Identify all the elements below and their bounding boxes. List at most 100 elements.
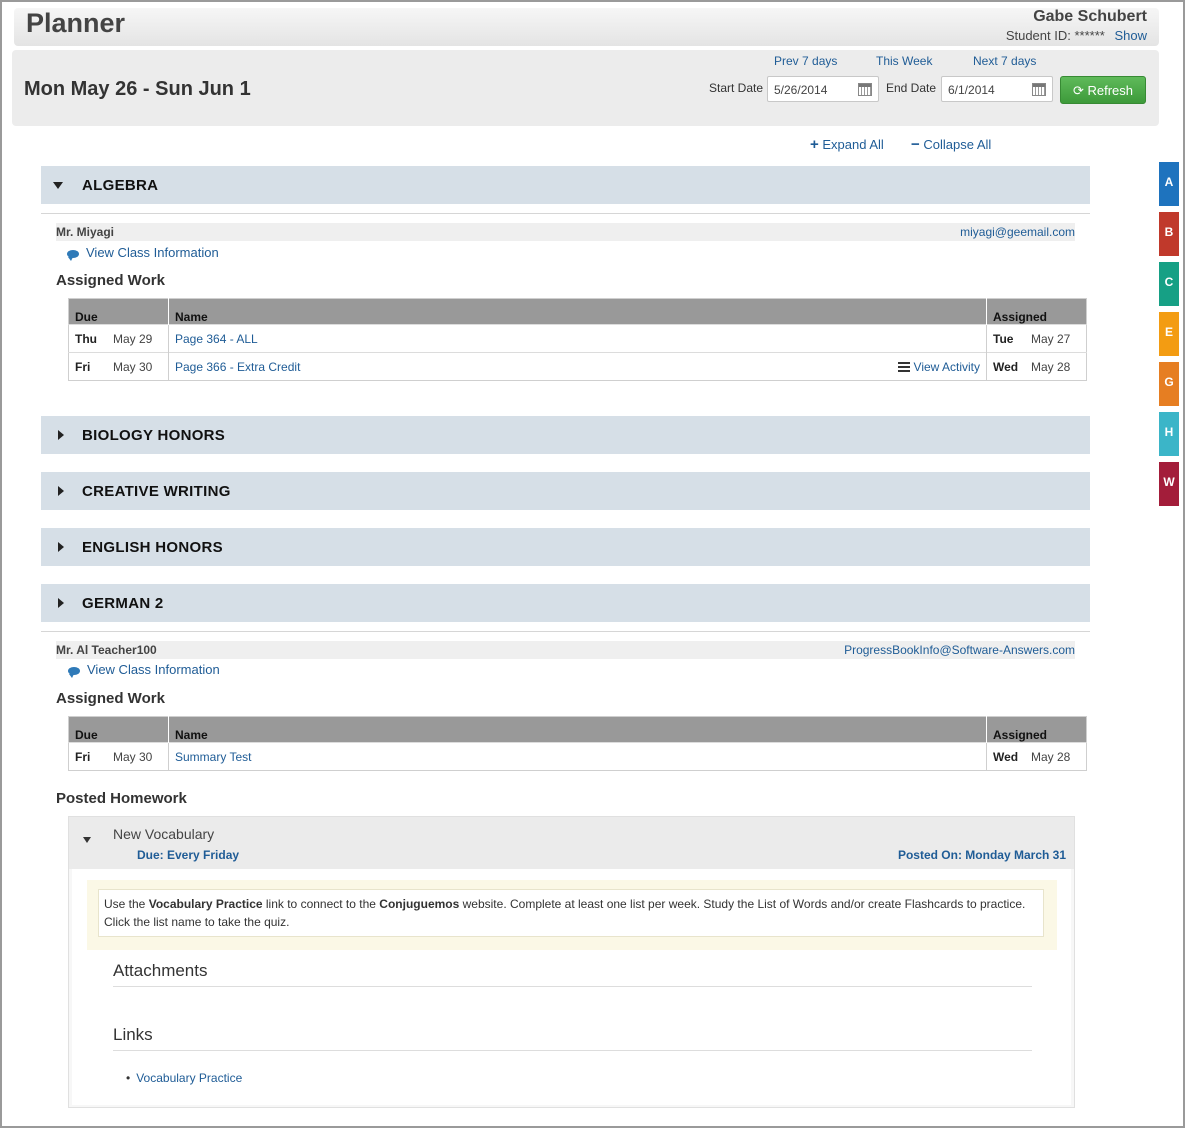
side-tab-a[interactable]: A [1159, 162, 1179, 206]
assigned-date: May 27 [1031, 331, 1071, 346]
view-class-info-label: View Class Information [87, 662, 220, 677]
teacher-email-link[interactable]: ProgressBookInfo@Software-Answers.com [844, 643, 1075, 657]
teacher-bar: Mr. Al Teacher100 ProgressBookInfo@Softw… [56, 641, 1075, 659]
assigned-day: Wed [993, 749, 1019, 764]
homework-posted-on: Posted On: Monday March 31 [897, 848, 1066, 862]
expand-all-link[interactable]: + Expand All [810, 136, 884, 153]
end-date-value: 6/1/2014 [948, 83, 995, 97]
side-tab-b[interactable]: B [1159, 212, 1179, 256]
student-info: Gabe Schubert Student ID: ****** Show [1006, 8, 1147, 43]
assigned-date: May 28 [1031, 359, 1071, 374]
table-header-row: Due Name Assigned [68, 716, 1087, 743]
next-7-days-link[interactable]: Next 7 days [973, 54, 1036, 68]
homework-description-box: Use the Vocabulary Practice link to conn… [87, 880, 1057, 950]
side-tab-e[interactable]: E [1159, 312, 1179, 356]
this-week-link[interactable]: This Week [876, 54, 932, 68]
minus-icon: − [911, 136, 920, 153]
due-day: Thu [75, 331, 97, 346]
divider [41, 213, 1090, 214]
homework-due: Due: Every Friday [137, 848, 240, 862]
start-date-label: Start Date [709, 81, 764, 95]
due-date: May 29 [113, 331, 153, 346]
due-day: Fri [75, 359, 91, 374]
student-id-label: Student ID: [1005, 28, 1071, 43]
student-name: Gabe Schubert [1033, 8, 1147, 25]
section-algebra-header[interactable]: ALGEBRA [41, 166, 1090, 204]
due-date: May 30 [113, 749, 153, 764]
assignment-link[interactable]: Page 364 - ALL [175, 332, 258, 346]
assigned-day: Tue [993, 331, 1014, 346]
section-biology-honors-header[interactable]: BIOLOGY HONORS [41, 416, 1090, 454]
calendar-icon[interactable] [1032, 83, 1046, 96]
calendar-icon[interactable] [858, 83, 872, 96]
teacher-bar: Mr. Miyagi miyagi@geemail.com [56, 223, 1075, 241]
divider [41, 631, 1090, 632]
student-id: Student ID: ****** Show [1006, 28, 1147, 43]
view-class-info-label: View Class Information [86, 245, 219, 260]
section-english-honors-header[interactable]: ENGLISH HONORS [41, 528, 1090, 566]
page-header: Planner Gabe Schubert Student ID: ******… [14, 8, 1159, 46]
desc-bold: Vocabulary Practice [148, 897, 263, 911]
side-tab-c[interactable]: C [1159, 262, 1179, 306]
assigned-work-heading: Assigned Work [56, 690, 165, 707]
assigned-work-table: Due Name Assigned Fri May 30 Summary Test… [68, 716, 1087, 771]
section-creative-writing-header[interactable]: CREATIVE WRITING [41, 472, 1090, 510]
section-german-2-header[interactable]: GERMAN 2 [41, 584, 1090, 622]
start-date-input[interactable]: 5/26/2014 [767, 76, 879, 102]
section-name: GERMAN 2 [82, 595, 164, 612]
collapse-caret-icon [83, 837, 91, 843]
expand-caret-icon [58, 430, 64, 440]
comment-icon [67, 249, 79, 261]
table-row: Fri May 30 Page 366 - Extra Credit View A… [68, 352, 1087, 381]
comment-icon [68, 666, 80, 678]
col-due: Due [68, 716, 169, 743]
assigned-work-heading: Assigned Work [56, 272, 165, 289]
desc-text: link to connect to the [262, 897, 380, 911]
divider [113, 986, 1032, 987]
assigned-day: Wed [993, 359, 1019, 374]
teacher-name: Mr. Al Teacher100 [56, 643, 157, 657]
section-name: BIOLOGY HONORS [82, 427, 226, 444]
date-bar: Mon May 26 - Sun Jun 1 Prev 7 days This … [12, 50, 1159, 126]
homework-card: New Vocabulary Due: Every Friday Posted … [68, 816, 1075, 1108]
col-name: Name [168, 716, 987, 743]
col-assigned: Assigned [986, 716, 1087, 743]
assignment-link[interactable]: Page 366 - Extra Credit [175, 360, 300, 374]
student-id-value: ****** [1074, 28, 1105, 43]
side-tab-h[interactable]: H [1159, 412, 1179, 456]
start-date-value: 5/26/2014 [774, 83, 828, 97]
section-name: ENGLISH HONORS [82, 539, 223, 556]
collapse-all-label: Collapse All [923, 137, 992, 152]
teacher-email-link[interactable]: miyagi@geemail.com [960, 225, 1075, 239]
vocabulary-practice-link[interactable]: Vocabulary Practice [136, 1071, 242, 1085]
homework-description: Use the Vocabulary Practice link to conn… [98, 889, 1044, 937]
side-tab-g[interactable]: G [1159, 362, 1179, 406]
homework-header[interactable]: New Vocabulary Due: Every Friday Posted … [69, 817, 1074, 869]
view-activity-link[interactable]: View Activity [897, 359, 980, 374]
plus-icon: + [810, 136, 819, 153]
view-class-info-link[interactable]: View Class Information [67, 245, 219, 261]
links-heading: Links [113, 1025, 153, 1044]
assignment-link[interactable]: Summary Test [175, 750, 251, 764]
expand-caret-icon [58, 542, 64, 552]
collapse-caret-icon [53, 182, 63, 189]
list-icon [897, 362, 910, 373]
end-date-input[interactable]: 6/1/2014 [941, 76, 1053, 102]
divider [113, 1050, 1032, 1051]
side-tab-w[interactable]: W [1159, 462, 1179, 506]
collapse-all-link[interactable]: − Collapse All [911, 136, 991, 153]
table-header-row: Due Name Assigned [68, 298, 1087, 325]
show-id-link[interactable]: Show [1114, 28, 1147, 43]
col-due: Due [68, 298, 169, 325]
view-activity-label: View Activity [913, 359, 980, 374]
assigned-work-table: Due Name Assigned Thu May 29 Page 364 - A… [68, 298, 1087, 381]
prev-7-days-link[interactable]: Prev 7 days [774, 54, 837, 68]
refresh-icon: ⟳ [1072, 83, 1084, 98]
homework-title: New Vocabulary [113, 826, 215, 842]
desc-bold: Conjuguemos [379, 897, 460, 911]
desc-text: Use the [104, 897, 149, 911]
section-name: CREATIVE WRITING [82, 483, 231, 500]
view-class-info-link[interactable]: View Class Information [68, 662, 220, 678]
homework-body: Use the Vocabulary Practice link to conn… [72, 869, 1071, 1105]
refresh-button[interactable]: ⟳ Refresh [1060, 76, 1146, 104]
